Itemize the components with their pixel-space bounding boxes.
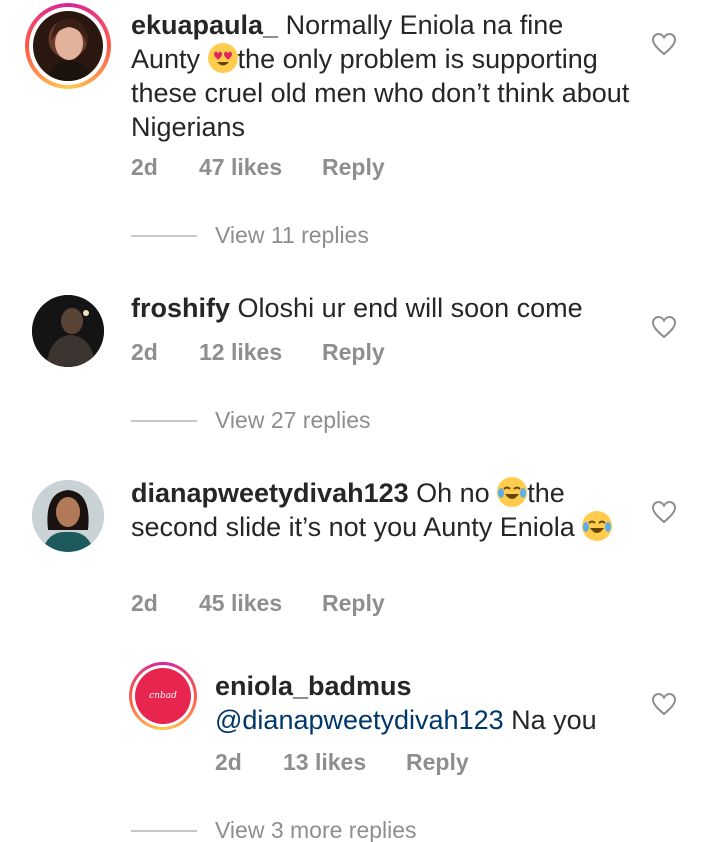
avatar[interactable] [32,295,104,367]
comment-text: Oloshi ur end will soon come [237,293,583,323]
reply-button[interactable]: Reply [322,154,385,181]
brand-logo: cnbad [149,691,177,701]
like-heart-icon[interactable] [651,692,677,716]
comments-list: ekuapaula_ Normally Eniola na fine Aunty… [0,0,720,842]
username[interactable]: ekuapaula_ [131,10,278,40]
like-heart-icon[interactable] [651,32,677,56]
view-replies-button[interactable]: View 27 replies [131,407,371,434]
like-heart-icon[interactable] [651,315,677,339]
avatar-photo [47,18,91,81]
comment-meta: 2d 47 likes Reply [131,154,385,181]
comment-meta: 2d 12 likes Reply [131,339,385,366]
likes-count[interactable]: 45 likes [199,590,322,617]
comment-body: ekuapaula_ Normally Eniola na fine Aunty… [131,8,631,144]
tears-of-joy-emoji-icon [582,511,613,541]
view-replies-label: View 11 replies [215,222,369,248]
avatar-photo [32,295,104,367]
comment-time: 2d [215,749,242,775]
comment-meta: 2d 13 likes Reply [215,749,469,776]
username[interactable]: dianapweetydivah123 [131,478,409,508]
likes-count[interactable]: 12 likes [199,339,322,366]
comment-body: froshify Oloshi ur end will soon come [131,291,631,325]
comment-time: 2d [131,590,158,616]
comment-meta: 2d 45 likes Reply [131,590,385,617]
likes-count[interactable]: 13 likes [283,749,406,776]
view-replies-label: View 27 replies [215,407,371,433]
username[interactable]: froshify [131,293,230,323]
comment-time: 2d [131,339,158,365]
view-replies-button[interactable]: View 11 replies [131,222,369,249]
comment-time: 2d [131,154,158,180]
reply-button[interactable]: Reply [322,339,385,366]
comment-body: dianapweetydivah123 Oh no the second sli… [131,476,631,544]
avatar-photo [32,480,104,552]
comment-body: eniola_badmus @dianapweetydivah123 Na yo… [215,669,635,737]
like-heart-icon[interactable] [651,500,677,524]
divider-line [131,234,197,237]
view-replies-label: View 3 more replies [215,817,417,842]
username[interactable]: eniola_badmus [215,671,412,701]
avatar[interactable] [32,480,104,552]
comment-text: Oh no [416,478,498,508]
likes-count[interactable]: 47 likes [199,154,322,181]
reply-button[interactable]: Reply [406,749,469,776]
avatar[interactable] [33,11,103,81]
reply-button[interactable]: Reply [322,590,385,617]
avatar[interactable]: cnbad [135,668,191,724]
divider-line [131,829,197,832]
divider-line [131,419,197,422]
tears-of-joy-emoji-icon [497,477,528,507]
comment-text: Na you [503,705,597,735]
view-replies-button[interactable]: View 3 more replies [131,817,417,842]
mention-link[interactable]: @dianapweetydivah123 [215,705,504,735]
heart-eyes-emoji-icon [207,43,238,73]
